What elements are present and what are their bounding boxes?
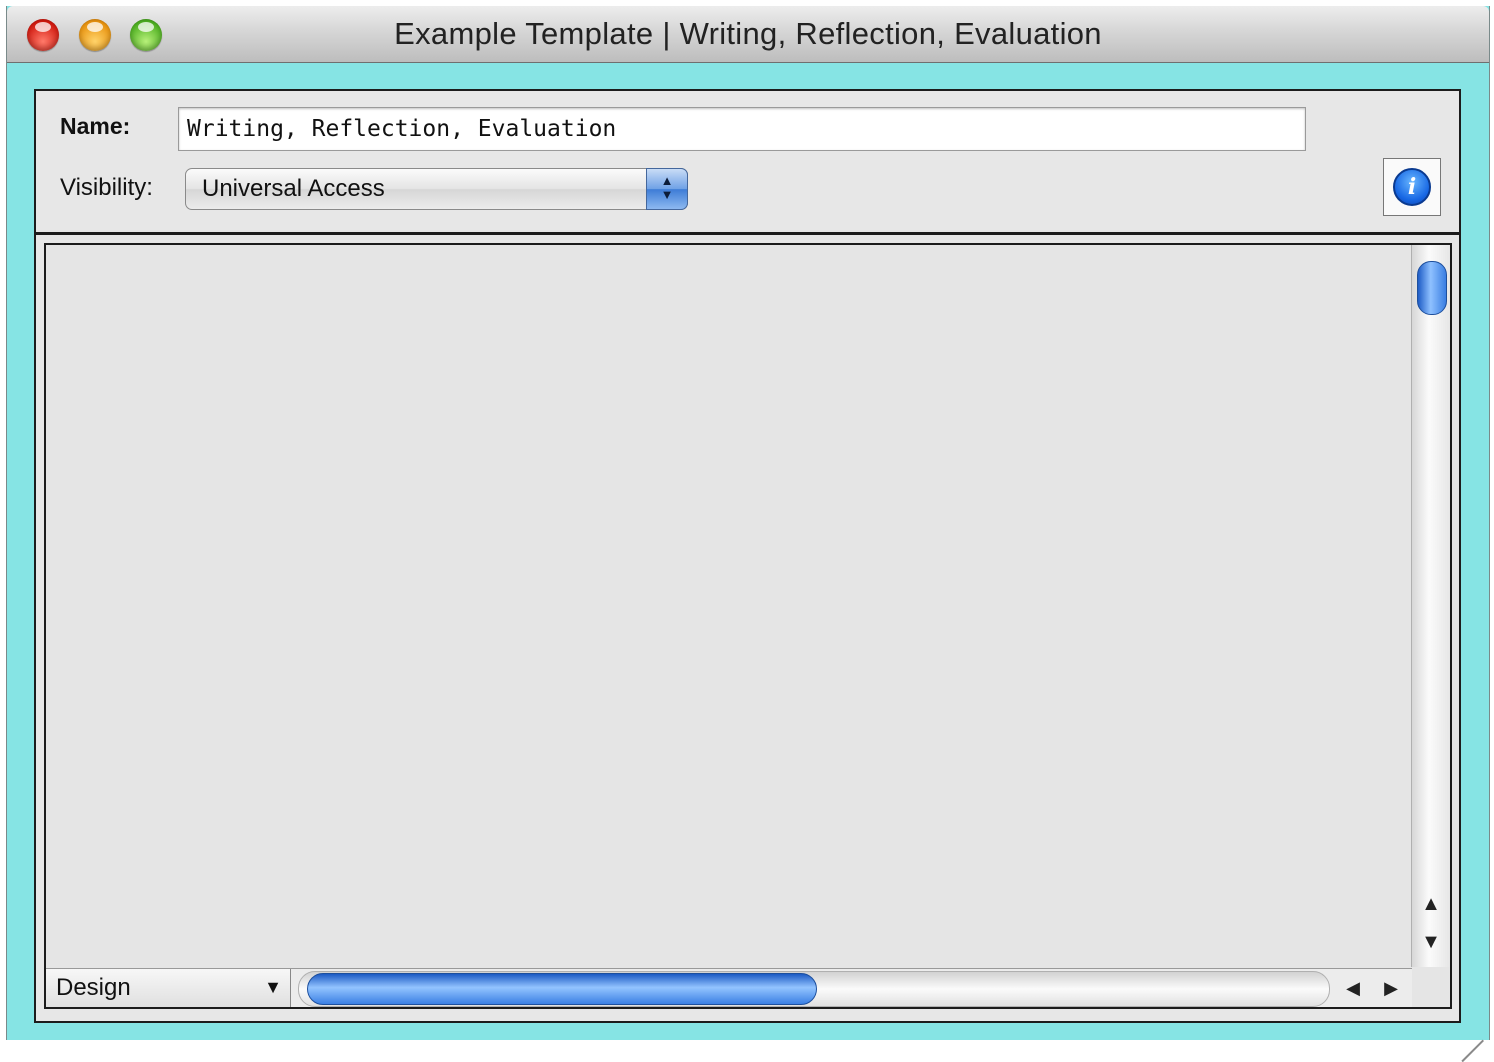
horizontal-scroll-arrows: ◀ ▶	[1334, 969, 1410, 1007]
info-button[interactable]: i	[1383, 158, 1441, 216]
layout-mode-menu[interactable]: Design ▼	[46, 969, 291, 1007]
scroll-left-arrow-icon[interactable]: ◀	[1334, 969, 1372, 1007]
info-icon: i	[1393, 168, 1431, 206]
resize-grip-icon[interactable]	[1450, 1013, 1488, 1062]
visibility-select[interactable]: Universal Access ▲ ▼	[185, 168, 688, 210]
visibility-select-value: Universal Access	[202, 175, 385, 202]
status-bar: Design ▼ ◀ ▶	[46, 968, 1412, 1007]
scroll-up-arrow-icon[interactable]: ▲	[1412, 885, 1450, 923]
vertical-scrollbar[interactable]: ▲ ▼	[1411, 245, 1450, 967]
name-field[interactable]: Writing, Reflection, Evaluation	[178, 107, 1306, 151]
app-window: Example Template | Writing, Reflection, …	[6, 6, 1490, 1062]
title-bar[interactable]: Example Template | Writing, Reflection, …	[7, 6, 1489, 63]
window-title: Example Template | Writing, Reflection, …	[394, 16, 1102, 51]
scroll-down-arrow-icon[interactable]: ▼	[1412, 923, 1450, 961]
name-label: Name:	[60, 113, 131, 139]
vertical-scroll-arrows: ▲ ▼	[1412, 885, 1450, 967]
vertical-scroll-thumb[interactable]	[1417, 261, 1447, 315]
scroll-right-arrow-icon[interactable]: ▶	[1372, 969, 1410, 1007]
resize-grip-line	[1461, 1039, 1484, 1062]
content-area[interactable]: ▲ ▼ Design ▼ ◀ ▶	[44, 243, 1452, 1009]
visibility-label: Visibility:	[60, 174, 153, 201]
layout-panel: Name: Writing, Reflection, Evaluation Vi…	[34, 89, 1461, 1023]
horizontal-scroll-thumb[interactable]	[307, 973, 817, 1005]
up-down-arrows-icon: ▲ ▼	[646, 168, 688, 210]
header-divider	[36, 232, 1459, 235]
chevron-down-icon: ▼	[264, 977, 282, 997]
layout-mode-label: Design	[56, 974, 131, 1001]
horizontal-scrollbar[interactable]	[298, 971, 1330, 1007]
